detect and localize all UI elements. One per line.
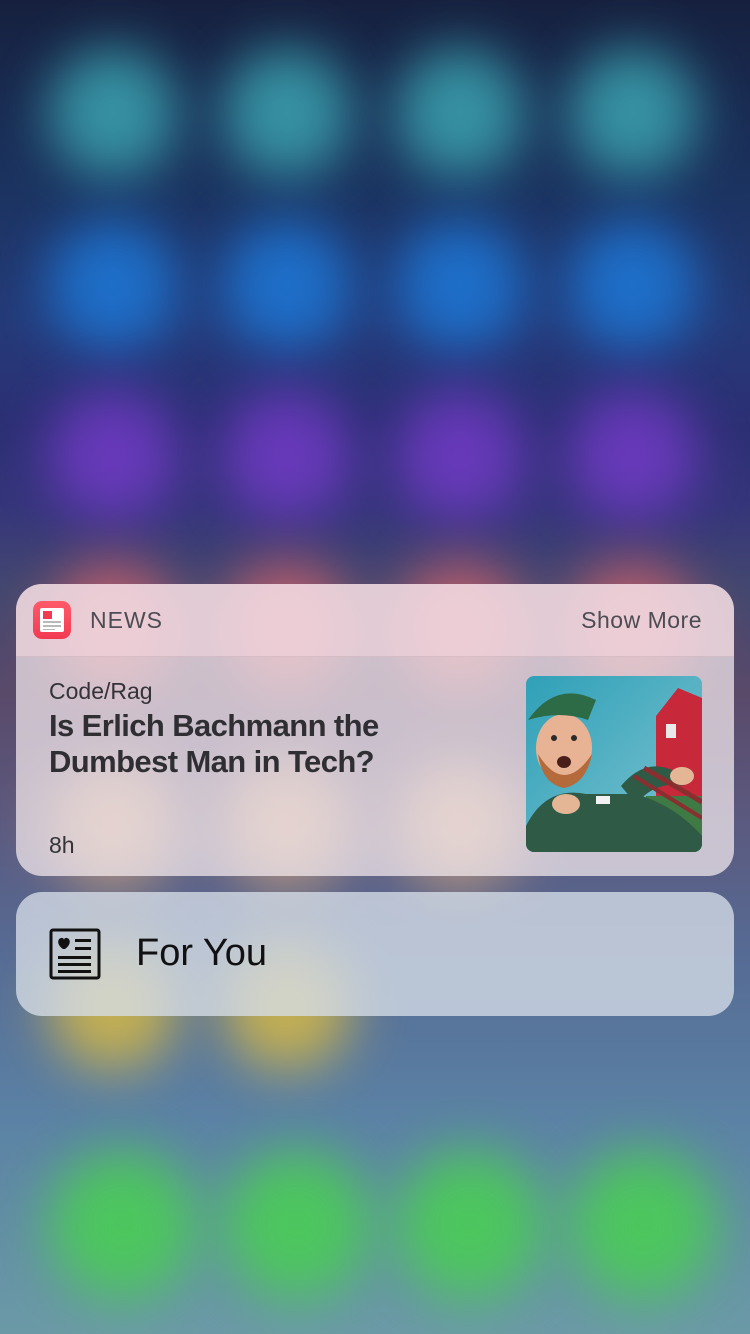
article-thumbnail [526,676,702,852]
article-source: Code/Rag [49,678,153,704]
blurred-app-icon [222,48,352,178]
news-heart-icon [49,928,101,980]
news-app-icon [33,601,71,639]
news-widget[interactable]: NEWS Show More Code/Rag Is Erlich Bachma… [16,584,734,876]
show-more-button[interactable]: Show More [581,607,702,634]
blurred-app-icon [395,390,525,520]
blurred-app-icon [568,390,698,520]
widget-header: NEWS Show More [16,584,734,657]
blurred-app-icon [568,220,698,350]
article-age: 8h [49,832,75,858]
blurred-dock-icon [568,1150,718,1300]
blurred-app-icon [48,220,178,350]
blurred-app-icon [568,48,698,178]
blurred-app-icon [222,390,352,520]
article-headline: Is Erlich Bachmann the Dumbest Man in Te… [49,708,379,779]
blurred-app-icon [222,220,352,350]
blurred-app-icon [48,390,178,520]
blurred-app-icon [48,48,178,178]
for-you-action[interactable]: For You [16,892,734,1016]
blurred-app-icon [395,220,525,350]
for-you-label: For You [136,932,267,974]
blurred-dock-icon [222,1150,372,1300]
blurred-dock-icon [395,1150,545,1300]
blurred-dock-icon [48,1150,198,1300]
widget-app-name: NEWS [90,607,163,633]
blurred-app-icon [395,48,525,178]
